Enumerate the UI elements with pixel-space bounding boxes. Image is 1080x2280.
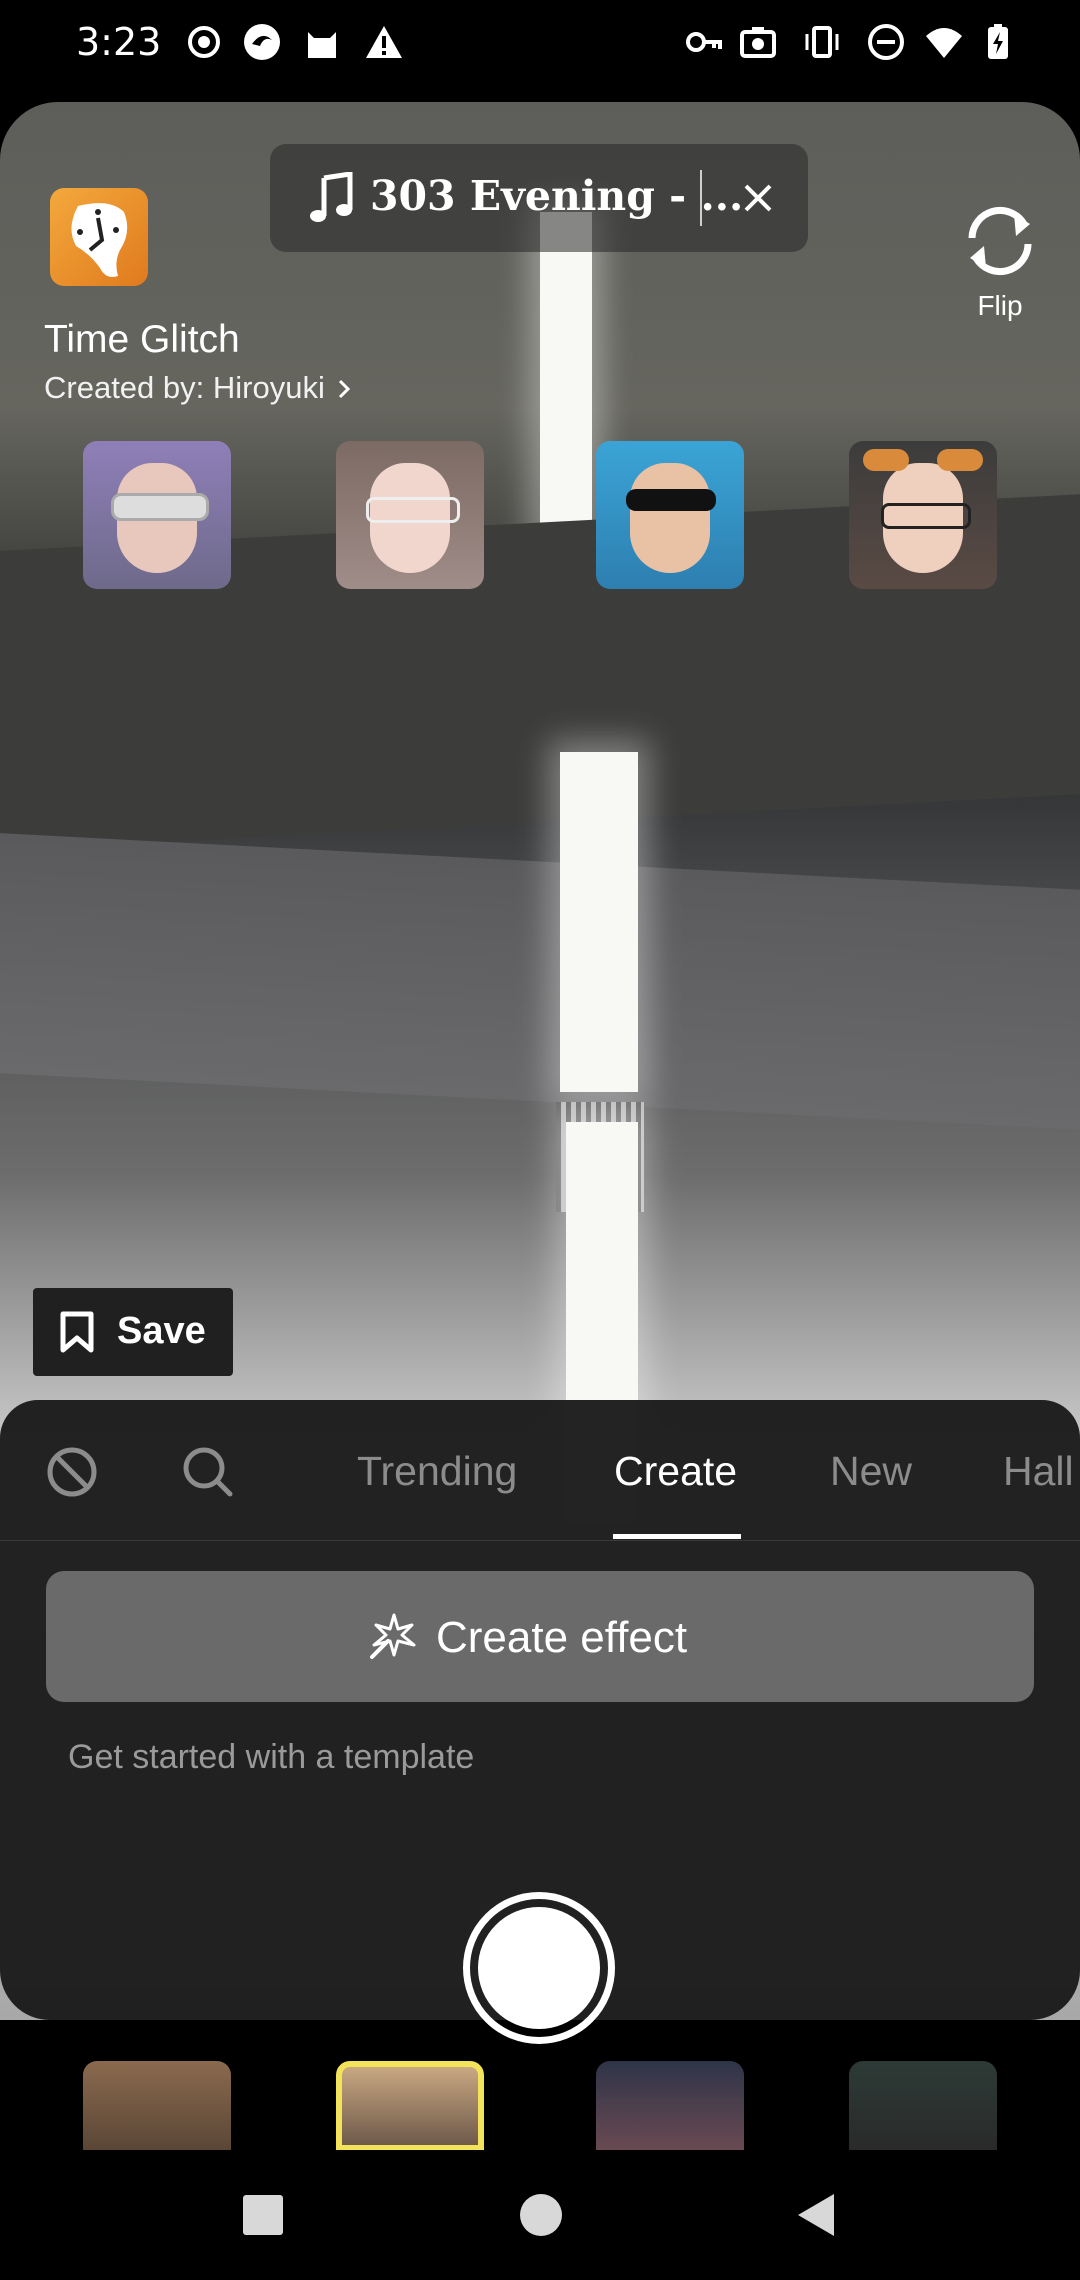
home-button[interactable] [516, 2190, 566, 2240]
template-thumbnail[interactable] [849, 441, 997, 589]
save-effect-button[interactable]: Save [33, 1288, 233, 1376]
sound-title: 303 Evening - ... [370, 172, 744, 220]
recents-button[interactable] [238, 2190, 288, 2240]
template-thumbnail[interactable] [596, 441, 744, 589]
template-thumbnail[interactable] [336, 441, 484, 589]
close-icon[interactable] [734, 174, 782, 222]
glasses-icon [881, 503, 971, 529]
cat-icon [308, 32, 336, 58]
chevron-right-icon [339, 379, 351, 399]
warning-icon [366, 26, 402, 58]
template-thumbnail[interactable] [83, 441, 231, 589]
effect-creator-label: Created by: Hiroyuki [44, 370, 325, 405]
record-icon [188, 26, 220, 58]
back-button[interactable] [792, 2190, 842, 2240]
ceiling-light [540, 212, 592, 572]
status-bar: 3:23 [0, 0, 1080, 92]
search-icon[interactable] [180, 1444, 236, 1500]
app-icon [244, 24, 280, 60]
tab-trending[interactable]: Trending [357, 1448, 517, 1495]
ceiling-light [560, 752, 638, 1092]
hotdog-icon [863, 449, 909, 471]
sunglasses-icon [111, 493, 209, 521]
battery-icon [988, 24, 1008, 59]
template-thumbnail[interactable] [849, 2061, 997, 2151]
template-hint: Get started with a template [68, 1738, 475, 1776]
dnd-icon [868, 24, 904, 60]
record-button-inner [478, 1907, 600, 2029]
active-tab-indicator [613, 1534, 741, 1539]
no-effect-icon[interactable] [44, 1444, 100, 1500]
divider [700, 170, 702, 226]
create-effect-label: Create effect [436, 1613, 688, 1662]
selected-sound-pill[interactable]: 303 Evening - ... [270, 144, 808, 252]
wifi-icon [926, 28, 962, 58]
music-note-icon [310, 172, 353, 222]
sunglasses-icon [626, 489, 716, 511]
record-button[interactable] [463, 1892, 615, 2044]
create-effect-button[interactable]: Create effect [46, 1571, 1034, 1702]
tab-create[interactable]: Create [614, 1448, 737, 1495]
template-thumbnail[interactable] [83, 2061, 231, 2151]
template-thumbnail[interactable] [596, 2061, 744, 2151]
face-image [630, 463, 710, 573]
tab-hall[interactable]: Hall [1003, 1448, 1074, 1495]
glasses-icon [366, 497, 460, 523]
status-time: 3:23 [76, 20, 162, 64]
flip-label: Flip [977, 290, 1023, 321]
vibrate-icon [805, 26, 839, 58]
flip-camera-button[interactable]: Flip [950, 196, 1050, 326]
save-label: Save [117, 1310, 206, 1352]
bookmark-icon [60, 1311, 94, 1353]
template-thumbnail-selected[interactable] [336, 2061, 484, 2151]
ceiling-beam [0, 832, 1080, 1132]
effect-creator-link[interactable]: Created by: Hiroyuki [44, 370, 351, 406]
melting-clock-icon[interactable] [50, 188, 148, 286]
key-icon [686, 32, 722, 52]
hotdog-icon [937, 449, 983, 471]
flip-camera-icon [968, 206, 1032, 276]
sparkle-wand-icon [370, 1613, 416, 1659]
camera-icon [740, 27, 776, 58]
effects-tab-bar: Trending Create New Hall [0, 1400, 1080, 1541]
effect-title[interactable]: Time Glitch [44, 318, 240, 362]
system-navigation-bar [0, 2150, 1080, 2280]
tab-new[interactable]: New [830, 1448, 912, 1495]
